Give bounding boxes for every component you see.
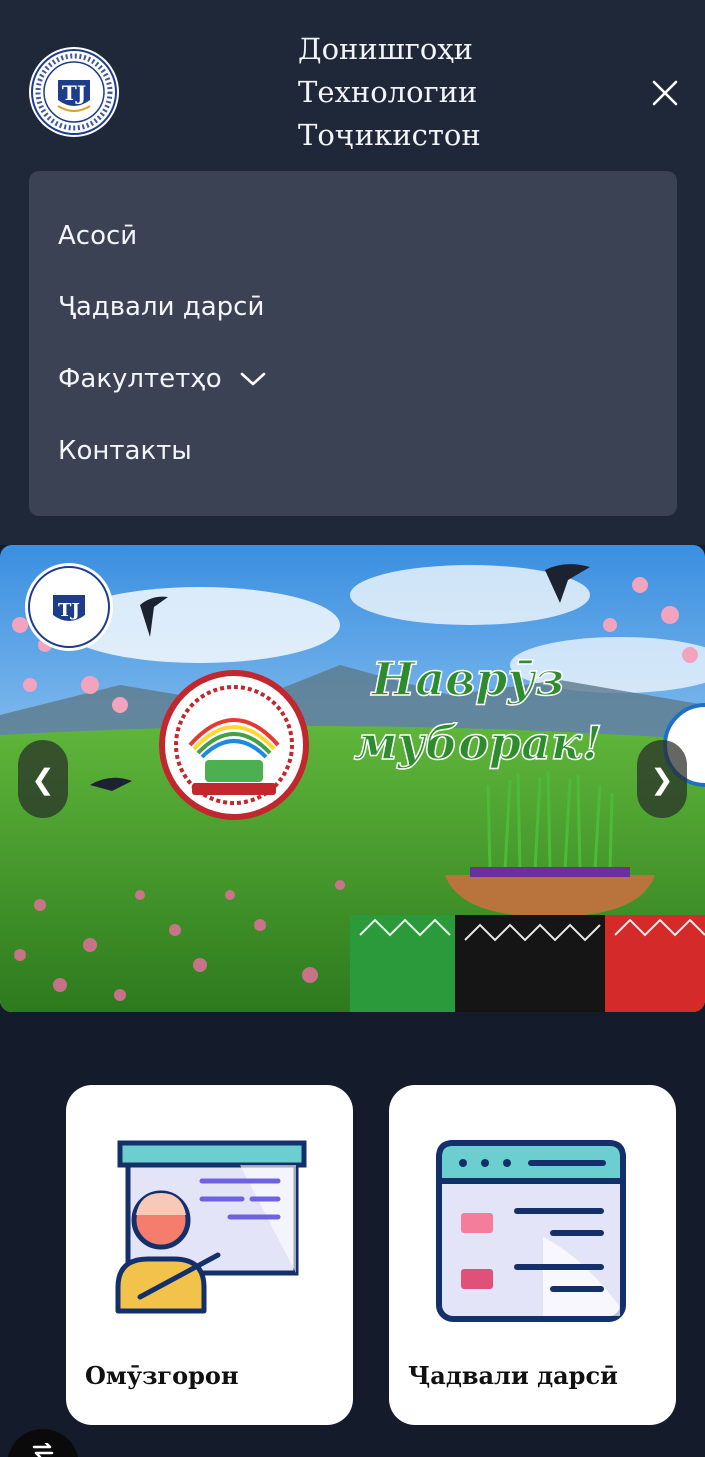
university-logo-icon[interactable]: TJ (28, 46, 120, 138)
navruz-banner-image: TJ Наврӯз муборак! (0, 545, 705, 1012)
menu-item-contacts[interactable]: Контакты (58, 429, 192, 473)
svg-text:TJ: TJ (62, 81, 86, 105)
banner-greeting-line1: Наврӯз (370, 652, 565, 706)
card-label: Омӯзгорон (85, 1361, 239, 1390)
teacher-presentation-icon (115, 1140, 307, 1314)
close-icon (652, 80, 678, 106)
carousel-next-button[interactable]: ❯ (637, 740, 687, 818)
chevron-left-icon: ❮ (31, 762, 55, 796)
top-navigation: TJ Донишгоҳи Технологии Тоҷикистон Асосӣ… (0, 0, 705, 545)
swap-arrows-icon (32, 1443, 54, 1457)
card-schedule[interactable]: Ҷадвали дарсӣ (389, 1085, 676, 1425)
chevron-right-icon: ❯ (650, 762, 674, 796)
floating-action-button[interactable] (7, 1429, 79, 1457)
menu-item-schedule[interactable]: Ҷадвали дарсӣ (58, 285, 264, 329)
menu-item-label: Контакты (58, 436, 192, 466)
menu-item-label: Факултетҳо (58, 364, 222, 394)
site-title: Донишгоҳи Технологии Тоҷикистон (298, 28, 558, 157)
hero-carousel[interactable]: TJ Наврӯз муборак! ❮ ❯ (0, 545, 705, 1012)
mobile-menu-panel: Асосӣ Ҷадвали дарсӣ Факултетҳо Контакты (29, 171, 677, 516)
site-title-line: Донишгоҳи (298, 32, 473, 66)
banner-greeting-line2: муборак! (354, 716, 602, 770)
menu-item-label: Ҷадвали дарсӣ (58, 292, 265, 322)
card-label: Ҷадвали дарсӣ (408, 1361, 618, 1390)
close-menu-button[interactable] (644, 72, 686, 114)
menu-item-home[interactable]: Асосӣ (58, 214, 137, 258)
carousel-prev-button[interactable]: ❮ (18, 740, 68, 818)
menu-item-faculties[interactable]: Факултетҳо (58, 357, 266, 401)
site-title-line: Технологии (298, 75, 478, 109)
card-teachers[interactable]: Омӯзгорон (66, 1085, 353, 1425)
svg-text:TJ: TJ (58, 600, 80, 621)
menu-item-label: Асосӣ (58, 221, 138, 251)
site-title-line: Тоҷикистон (298, 118, 481, 152)
chevron-down-icon[interactable] (240, 371, 266, 387)
schedule-window-icon (436, 1140, 626, 1322)
